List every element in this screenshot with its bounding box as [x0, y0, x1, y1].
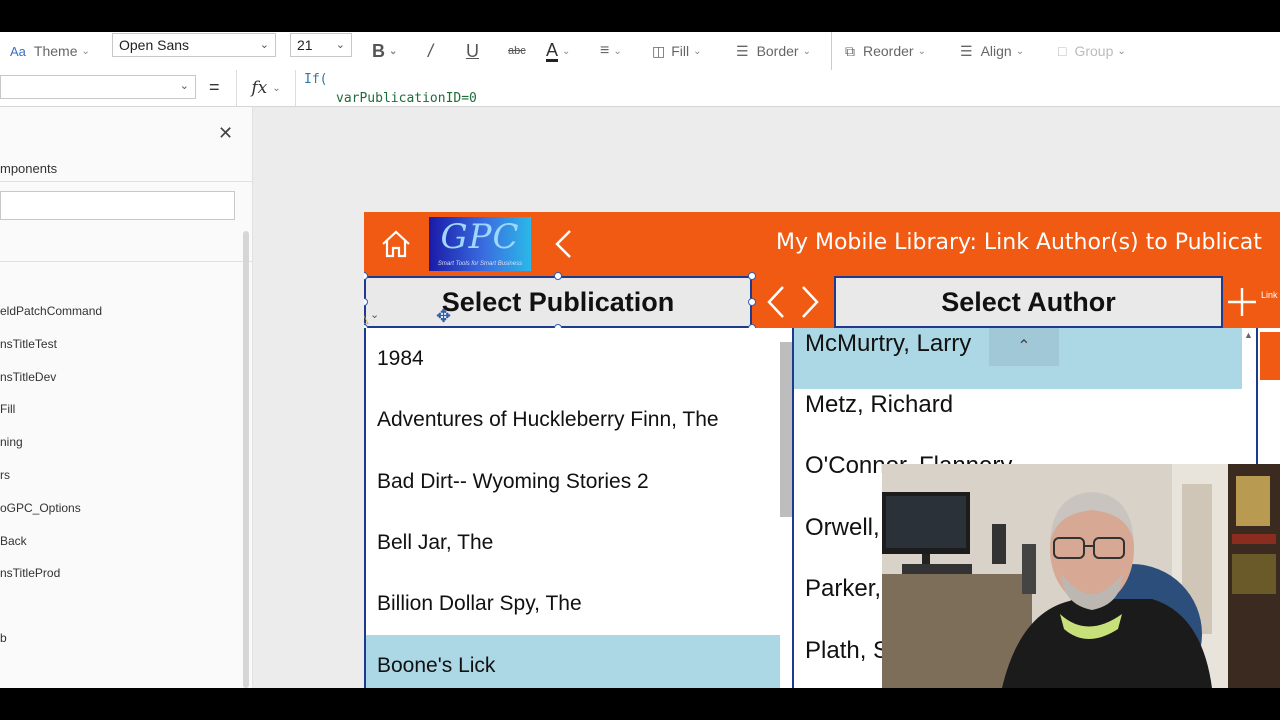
theme-label: Theme	[33, 43, 78, 59]
bottom-black-bar	[0, 688, 1280, 720]
select-author-header[interactable]: Select Author	[834, 276, 1223, 328]
tree-item[interactable]: nsTitleTest	[0, 337, 57, 351]
formula-line-2: varPublicationID=0	[336, 91, 477, 106]
resize-handle[interactable]	[748, 298, 756, 306]
chevron-down-icon: ⌄	[272, 82, 281, 94]
logo-text: GPC	[440, 217, 520, 257]
publications-gallery[interactable]: 1984 Adventures of Huckleberry Finn, The…	[364, 328, 792, 688]
top-black-bar	[0, 0, 1280, 32]
back-chevron-icon[interactable]	[552, 228, 576, 260]
tree-item[interactable]: eldPatchCommand	[0, 304, 102, 318]
add-icon[interactable]	[1226, 286, 1258, 318]
function-button[interactable]: fx ⌄	[236, 70, 296, 106]
chevron-down-icon[interactable]: ⌄	[370, 308, 379, 321]
chevron-up-icon[interactable]: ⌃	[989, 328, 1059, 366]
tree-item[interactable]: Fill	[0, 402, 15, 416]
app-header: GPC Smart Tools for Smart Business My Mo…	[364, 212, 1280, 276]
components-tab[interactable]: mponents	[0, 161, 57, 176]
font-family-value: Open Sans	[119, 37, 190, 53]
scroll-up-icon[interactable]: ▲	[1244, 330, 1253, 340]
list-item[interactable]: Billion Dollar Spy, The	[366, 573, 780, 634]
tree-item[interactable]: oGPC_Options	[0, 501, 81, 515]
tab-divider	[0, 181, 252, 182]
fx-icon: fx	[251, 78, 268, 98]
side-button[interactable]	[1260, 332, 1280, 380]
panel-divider	[0, 261, 252, 262]
list-item[interactable]: Bad Dirt-- Wyoming Stories 2	[366, 451, 780, 512]
gallery-scrollbar[interactable]	[780, 342, 792, 517]
next-chevron-icon[interactable]	[798, 284, 822, 320]
tree-item[interactable]: nsTitleDev	[0, 370, 56, 384]
list-item[interactable]: Adventures of Huckleberry Finn, The	[366, 389, 780, 450]
close-icon[interactable]: ✕	[218, 123, 233, 144]
list-item[interactable]: Metz, Richard	[794, 374, 1242, 435]
chevron-down-icon: ⌄	[179, 80, 189, 92]
webcam-overlay	[882, 464, 1280, 688]
list-item-selected[interactable]: Boone's Lick	[366, 635, 780, 688]
tree-item[interactable]: Back	[0, 534, 27, 548]
panel-scrollbar[interactable]	[243, 231, 249, 688]
select-author-label: Select Author	[941, 286, 1116, 317]
selector-row: Select Publication Select Author Link	[364, 276, 1280, 328]
chevron-down-icon: ⌄	[259, 39, 269, 51]
formula-line-1: If(	[304, 72, 328, 87]
gpc-logo: GPC Smart Tools for Smart Business	[429, 217, 531, 271]
equals-sign: =	[209, 77, 220, 97]
search-input[interactable]	[0, 191, 235, 220]
tree-view-panel: ✕ mponents eldPatchCommand nsTitleTest n…	[0, 107, 253, 688]
theme-menu[interactable]: Aa Theme ⌄	[10, 32, 90, 70]
tree-item[interactable]: b	[0, 631, 7, 645]
formula-bar: ⌄ = fx ⌄ If( varPublicationID=0	[0, 70, 1280, 107]
font-size-value: 21	[297, 37, 313, 53]
resize-handle[interactable]	[748, 272, 756, 280]
resize-handle[interactable]	[554, 272, 562, 280]
logo-tagline: Smart Tools for Smart Business	[437, 261, 523, 267]
formula-input[interactable]: If( varPublicationID=0	[300, 72, 1280, 106]
prev-chevron-icon[interactable]	[764, 284, 788, 320]
chevron-down-icon: ⌄	[335, 39, 345, 51]
tree-item[interactable]: rs	[0, 468, 10, 482]
warning-icon[interactable]: ⚠	[364, 310, 369, 328]
select-publication-label: Select Publication	[441, 286, 675, 317]
link-label[interactable]: Link	[1261, 290, 1278, 300]
select-publication-header[interactable]: Select Publication	[364, 276, 752, 328]
chevron-down-icon: ⌄	[81, 45, 90, 57]
tree-item[interactable]: ning	[0, 435, 23, 449]
theme-icon: Aa	[10, 43, 26, 59]
app-title: My Mobile Library: Link Author(s) to Pub…	[776, 230, 1262, 255]
font-size-select[interactable]: 21 ⌄	[290, 33, 352, 57]
font-family-select[interactable]: Open Sans ⌄	[112, 33, 276, 57]
list-item[interactable]: 1984	[366, 328, 780, 389]
property-select[interactable]: ⌄	[0, 75, 196, 99]
home-icon[interactable]	[380, 228, 412, 260]
list-item[interactable]: Bell Jar, The	[366, 512, 780, 573]
tree-item[interactable]: nsTitleProd	[0, 566, 60, 580]
move-cursor-icon: ✥	[436, 306, 452, 326]
